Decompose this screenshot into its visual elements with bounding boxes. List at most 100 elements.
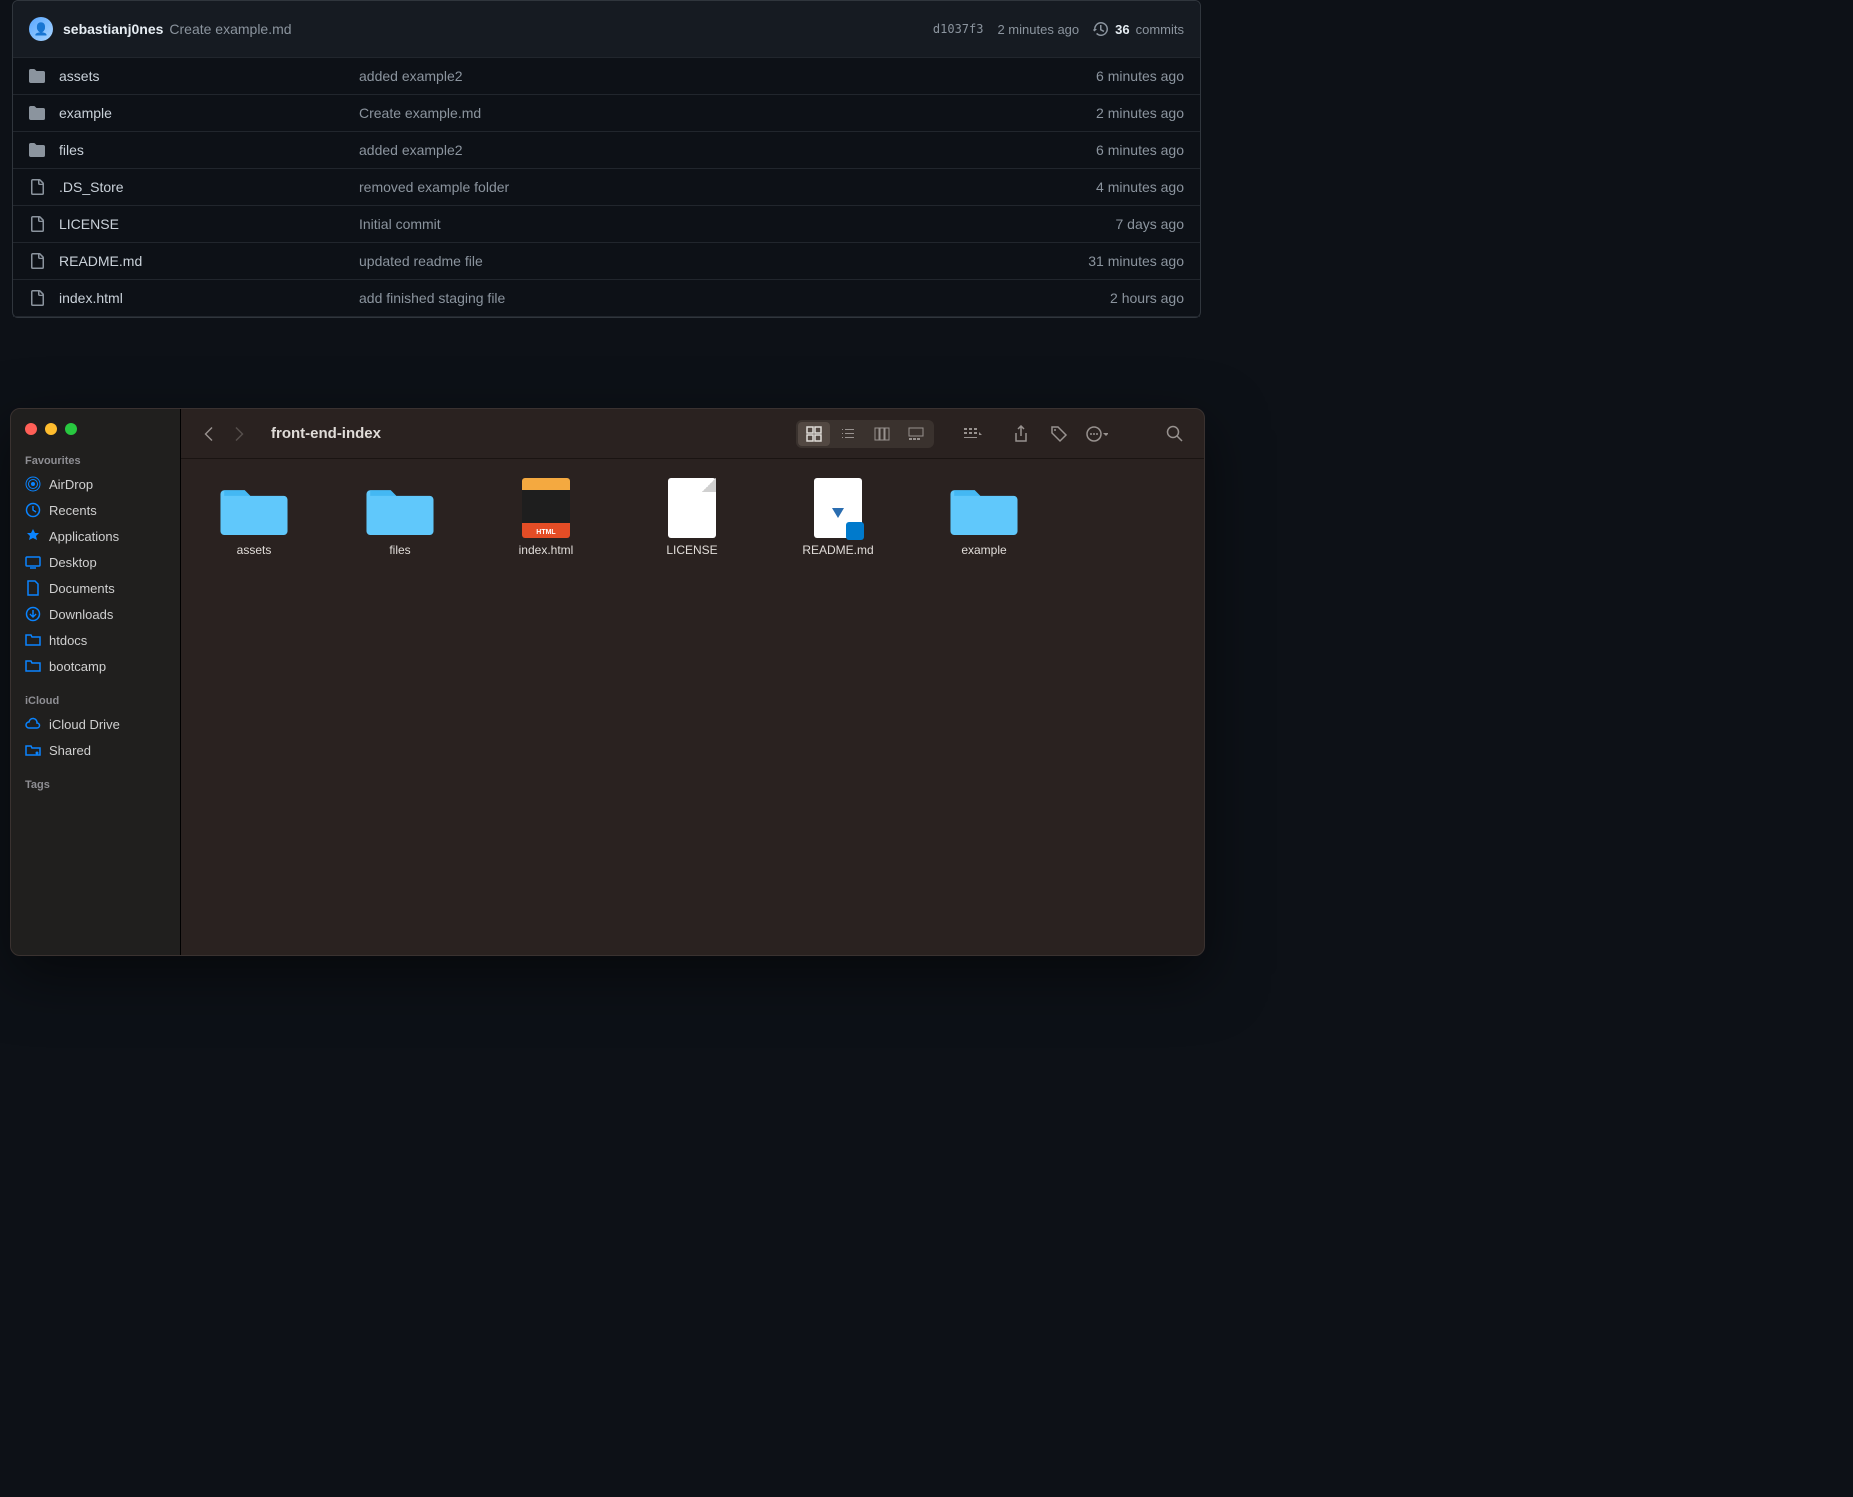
chevron-right-icon [233, 426, 245, 442]
finder-item[interactable]: HTML index.html [487, 479, 605, 557]
sidebar-item-bootcamp[interactable]: bootcamp [11, 653, 180, 679]
file-commit-message[interactable]: Create example.md [359, 105, 1096, 121]
finder-item-label: example [961, 543, 1006, 557]
finder-item-icon [948, 479, 1020, 537]
action-button[interactable] [1082, 422, 1112, 446]
finder-item[interactable]: LICENSE [633, 479, 751, 557]
minimize-button[interactable] [45, 423, 57, 435]
sidebar-item-htdocs[interactable]: htdocs [11, 627, 180, 653]
file-row[interactable]: .DS_Store removed example folder 4 minut… [13, 169, 1200, 206]
file-time: 7 days ago [1116, 216, 1185, 232]
commit-author[interactable]: sebastianj0nes [63, 21, 163, 37]
close-button[interactable] [25, 423, 37, 435]
tag-button[interactable] [1044, 422, 1074, 446]
sidebar-item-icloud-drive[interactable]: iCloud Drive [11, 711, 180, 737]
finder-item-label: index.html [519, 543, 574, 557]
column-view-button[interactable] [866, 422, 898, 446]
ellipsis-circle-icon [1086, 426, 1108, 442]
chevron-left-icon [203, 426, 215, 442]
list-view-button[interactable] [832, 422, 864, 446]
finder-item-label: README.md [802, 543, 873, 557]
sidebar-item-shared[interactable]: Shared [11, 737, 180, 763]
author-avatar[interactable]: 👤 [29, 17, 53, 41]
file-commit-message[interactable]: updated readme file [359, 253, 1088, 269]
finder-sidebar: Favourites AirDrop Recents Applications Des… [11, 409, 181, 955]
group-icon [963, 427, 983, 441]
history-icon [1093, 21, 1109, 37]
file-commit-message[interactable]: added example2 [359, 142, 1096, 158]
file-row[interactable]: files added example2 6 minutes ago [13, 132, 1200, 169]
file-row[interactable]: example Create example.md 2 minutes ago [13, 95, 1200, 132]
commit-hash[interactable]: d1037f3 [933, 22, 984, 36]
file-row[interactable]: index.html add finished staging file 2 h… [13, 280, 1200, 317]
group-button[interactable] [958, 422, 988, 446]
file-name[interactable]: example [59, 105, 359, 121]
tag-icon [1050, 425, 1068, 443]
latest-commit-bar: 👤 sebastianj0nes Create example.md d1037… [13, 1, 1200, 58]
columns-icon [874, 426, 890, 442]
file-time: 2 minutes ago [1096, 105, 1184, 121]
finder-window: Favourites AirDrop Recents Applications Des… [10, 408, 1205, 956]
file-commit-message[interactable]: add finished staging file [359, 290, 1110, 306]
commit-meta: d1037f3 2 minutes ago 36 commits [933, 21, 1184, 37]
sidebar-item-airdrop[interactable]: AirDrop [11, 471, 180, 497]
file-name[interactable]: README.md [59, 253, 359, 269]
file-row[interactable]: assets added example2 6 minutes ago [13, 58, 1200, 95]
search-button[interactable] [1160, 422, 1190, 446]
finder-item-label: assets [237, 543, 272, 557]
folder-title: front-end-index [271, 425, 381, 442]
gallery-view-button[interactable] [900, 422, 932, 446]
view-mode-selector [796, 420, 934, 448]
file-name[interactable]: index.html [59, 290, 359, 306]
file-name[interactable]: files [59, 142, 359, 158]
sidebar-item-label: Desktop [49, 555, 97, 570]
sidebar-item-label: iCloud Drive [49, 717, 120, 732]
finder-item-label: LICENSE [666, 543, 717, 557]
gallery-icon [908, 426, 924, 442]
sidebar-item-label: Downloads [49, 607, 113, 622]
file-time: 4 minutes ago [1096, 179, 1184, 195]
sidebar-item-desktop[interactable]: Desktop [11, 549, 180, 575]
finder-item[interactable]: files [341, 479, 459, 557]
share-icon [1013, 425, 1029, 443]
finder-content: assets files HTML index.html LICENSE REA… [181, 459, 1204, 955]
file-name[interactable]: .DS_Store [59, 179, 359, 195]
finder-item-icon: HTML [510, 479, 582, 537]
sidebar-item-documents[interactable]: Documents [11, 575, 180, 601]
favourites-heading: Favourites [11, 449, 180, 471]
window-controls [11, 423, 180, 449]
file-name[interactable]: LICENSE [59, 216, 359, 232]
finder-item[interactable]: README.md [779, 479, 897, 557]
share-button[interactable] [1006, 422, 1036, 446]
commit-message[interactable]: Create example.md [169, 21, 291, 37]
sidebar-item-applications[interactable]: Applications [11, 523, 180, 549]
icon-view-button[interactable] [798, 422, 830, 446]
finder-main: front-end-index [181, 409, 1204, 955]
finder-item[interactable]: example [925, 479, 1043, 557]
finder-item-icon [656, 479, 728, 537]
forward-button[interactable] [225, 422, 253, 446]
finder-item-icon [802, 479, 874, 537]
commit-time: 2 minutes ago [997, 22, 1079, 37]
finder-item[interactable]: assets [195, 479, 313, 557]
file-commit-message[interactable]: Initial commit [359, 216, 1116, 232]
grid-icon [806, 426, 822, 442]
finder-item-icon [364, 479, 436, 537]
file-name[interactable]: assets [59, 68, 359, 84]
file-time: 2 hours ago [1110, 290, 1184, 306]
back-button[interactable] [195, 422, 223, 446]
github-file-browser: 👤 sebastianj0nes Create example.md d1037… [12, 0, 1201, 318]
sidebar-item-label: AirDrop [49, 477, 93, 492]
file-row[interactable]: LICENSE Initial commit 7 days ago [13, 206, 1200, 243]
tags-heading: Tags [11, 773, 180, 795]
finder-item-icon [218, 479, 290, 537]
sidebar-item-downloads[interactable]: Downloads [11, 601, 180, 627]
file-commit-message[interactable]: added example2 [359, 68, 1096, 84]
sidebar-item-label: Applications [49, 529, 119, 544]
commits-link[interactable]: 36 commits [1093, 21, 1184, 37]
file-commit-message[interactable]: removed example folder [359, 179, 1096, 195]
file-row[interactable]: README.md updated readme file 31 minutes… [13, 243, 1200, 280]
maximize-button[interactable] [65, 423, 77, 435]
sidebar-item-label: Shared [49, 743, 91, 758]
sidebar-item-recents[interactable]: Recents [11, 497, 180, 523]
